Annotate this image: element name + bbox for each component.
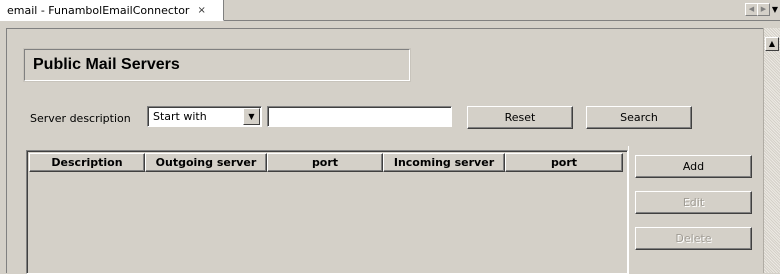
search-button[interactable]: Search (586, 106, 692, 129)
mail-servers-table[interactable]: Description Outgoing server port Incomin… (26, 150, 628, 274)
column-header-description[interactable]: Description (29, 153, 145, 172)
column-header-outgoing-server[interactable]: Outgoing server (145, 153, 267, 172)
delete-button[interactable]: Delete (635, 227, 752, 250)
tab-email-connector[interactable]: email - FunambolEmailConnector × (0, 0, 224, 21)
chevron-down-icon[interactable]: ▼ (243, 108, 260, 125)
page-title: Public Mail Servers (23, 48, 411, 82)
panel-divider (628, 146, 629, 274)
filter-mode-select[interactable]: Start with ▼ (147, 106, 262, 127)
scroll-up-icon[interactable]: ▲ (765, 37, 779, 51)
edit-button[interactable]: Edit (635, 191, 752, 214)
table-header: Description Outgoing server port Incomin… (29, 153, 623, 172)
column-header-outgoing-port[interactable]: port (267, 153, 383, 172)
column-header-incoming-server[interactable]: Incoming server (383, 153, 505, 172)
server-description-label: Server description (30, 112, 131, 125)
editor-tab-bar: email - FunambolEmailConnector × ◀ ▶ ▼ (0, 0, 780, 21)
chevron-right-icon[interactable]: ▶ (757, 3, 770, 16)
server-description-input[interactable] (267, 106, 452, 127)
reset-button[interactable]: Reset (467, 106, 573, 129)
vertical-scrollbar[interactable]: ▲ (763, 28, 780, 273)
filter-mode-value: Start with (153, 110, 207, 123)
tab-title: email - FunambolEmailConnector (7, 3, 190, 17)
chevron-down-icon[interactable]: ▼ (770, 3, 780, 16)
close-icon[interactable]: × (197, 5, 205, 16)
add-button[interactable]: Add (635, 155, 752, 178)
column-header-incoming-port[interactable]: port (505, 153, 623, 172)
content-panel: Public Mail Servers Server description S… (6, 28, 763, 274)
